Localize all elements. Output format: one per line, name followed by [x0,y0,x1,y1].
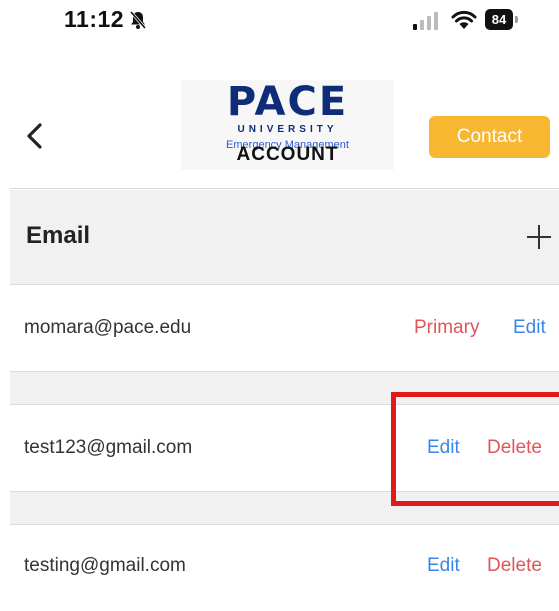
highlight-box [391,392,559,506]
bell-slash-icon [129,11,147,29]
signal-icon [413,12,438,30]
account-screen: 11:12 84 PACE UNIVERSITY Emergency Manag… [0,0,559,611]
email-address: test123@gmail.com [24,437,193,458]
status-time: 11:12 [64,6,125,32]
chevron-left-icon[interactable] [20,118,50,154]
list-item: momara@pace.edu Primary Edit [10,285,559,371]
primary-button[interactable]: Primary [414,317,479,339]
divider [10,188,559,189]
list-item: testing@gmail.com Edit Delete [10,525,559,611]
status-bar: 11:12 84 [0,0,559,48]
contact-button[interactable]: Contact [429,116,550,158]
logo-pace: PACE [226,79,349,125]
email-section-header: Email [10,190,559,284]
section-title: Email [26,222,91,249]
battery-level: 84 [485,9,513,30]
battery-tip [515,16,518,23]
edit-button[interactable]: Edit [513,317,546,339]
delete-button[interactable]: Delete [487,555,542,577]
battery-icon: 84 [485,9,519,30]
logo-university: UNIVERSITY [237,124,338,135]
wifi-icon [451,10,477,29]
plus-icon[interactable] [526,224,552,250]
page-title: ACCOUNT [236,144,339,165]
email-address: momara@pace.edu [24,317,192,338]
edit-button[interactable]: Edit [427,555,460,577]
header: PACE UNIVERSITY Emergency Management ACC… [0,48,559,188]
email-address: testing@gmail.com [24,555,186,576]
